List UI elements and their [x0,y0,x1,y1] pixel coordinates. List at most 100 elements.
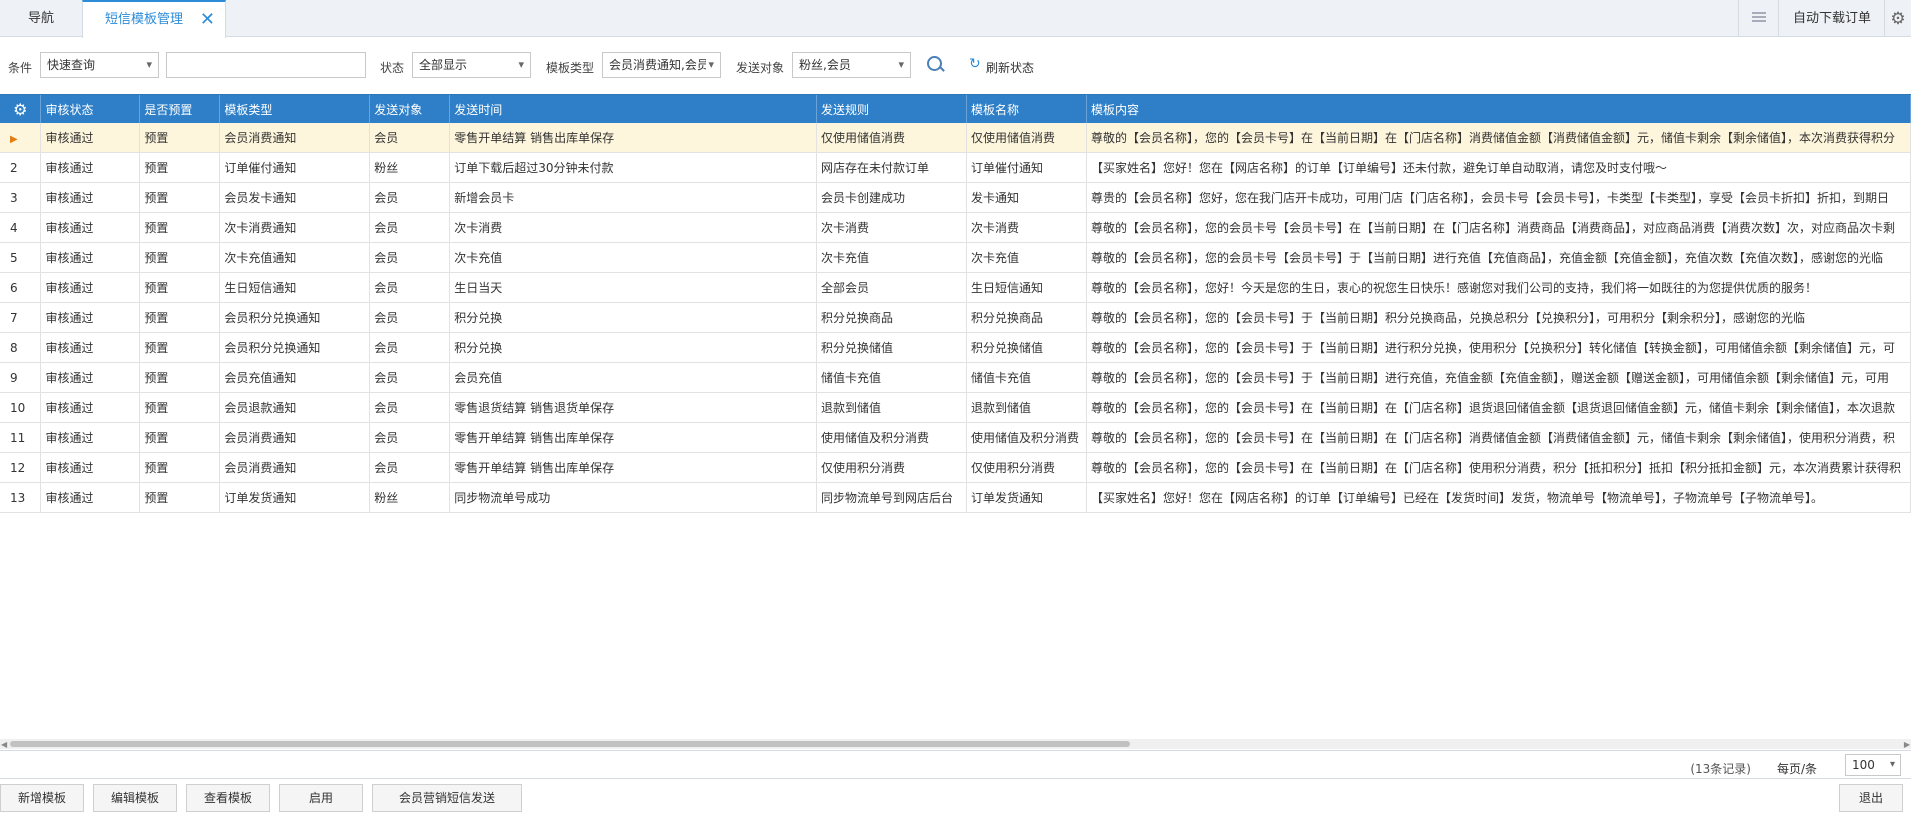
cell-time: 同步物流单号成功 [449,482,817,513]
cell-time: 零售退货结算 销售退货单保存 [449,392,817,423]
table-row[interactable]: 12 审核通过 预置 会员消费通知 会员 零售开单结算 销售出库单保存 仅使用积分消费 仅使用… [0,452,1911,483]
cell-type: 会员发卡通知 [219,182,371,213]
chevron-down-icon: ▾ [898,58,904,71]
row-number: 3 [0,182,42,213]
cell-rule: 仅使用积分消费 [816,452,967,483]
cell-name: 使用储值及积分消费 [966,422,1087,453]
cell-name: 次卡消费 [966,212,1087,243]
col-header[interactable]: 发送对象 [369,95,451,123]
cell-time: 积分兑换 [449,302,817,333]
view-template-button[interactable]: 查看模板 [186,784,270,812]
cell-status: 审核通过 [40,422,141,453]
add-template-button[interactable]: 新增模板 [0,784,84,812]
cell-rule: 使用储值及积分消费 [816,422,967,453]
table-row[interactable]: 3 审核通过 预置 会员发卡通知 会员 新增会员卡 会员卡创建成功 发卡通知 尊贵的【会员名称】… [0,182,1911,213]
enable-button[interactable]: 启用 [279,784,363,812]
scroll-thumb[interactable] [10,741,1130,747]
table-row[interactable]: 8 审核通过 预置 会员积分兑换通知 会员 积分兑换 积分兑换储值 积分兑换储值 尊敬的【会员名… [0,332,1911,363]
tab-label: 短信模板管理 [105,12,184,27]
cell-time: 次卡充值 [449,242,817,273]
cell-preset: 预置 [139,302,221,333]
cell-time: 零售开单结算 销售出库单保存 [449,452,817,483]
send-target-select[interactable]: 粉丝,会员 ▾ [792,52,911,78]
cell-name: 仅使用积分消费 [966,452,1087,483]
cell-name: 积分兑换储值 [966,332,1087,363]
table-row[interactable]: 13 审核通过 预置 订单发货通知 粉丝 同步物流单号成功 同步物流单号到网店后台 订单发货通… [0,482,1911,513]
table-row[interactable]: 2 审核通过 预置 订单催付通知 粉丝 订单下载后超过30分钟未付款 网店存在未付款订单 订单… [0,152,1911,183]
row-number: 11 [0,422,42,453]
table-row[interactable]: 7 审核通过 预置 会员积分兑换通知 会员 积分兑换 积分兑换商品 积分兑换商品 尊敬的【会员名… [0,302,1911,333]
table-row[interactable]: 5 审核通过 预置 次卡充值通知 会员 次卡充值 次卡充值 次卡充值 尊敬的【会员名称】，您的会… [0,242,1911,273]
table-row[interactable]: 10 审核通过 预置 会员退款通知 会员 零售退货结算 销售退货单保存 退款到储值 退款到储值… [0,392,1911,423]
scroll-right-icon[interactable]: ▶ [1904,740,1910,749]
per-page-label: 每页/条 [1776,762,1817,776]
cell-rule: 同步物流单号到网店后台 [816,482,967,513]
template-type-select[interactable]: 会员消费通知,会员 ▾ [602,52,721,78]
gear-icon[interactable]: ⚙ [1884,0,1911,36]
close-icon[interactable]: ✕ [200,2,215,38]
edit-template-button[interactable]: 编辑模板 [93,784,177,812]
refresh-status-button[interactable]: 刷新状态 [986,59,1034,76]
cell-type: 次卡充值通知 [219,242,371,273]
cell-name: 退款到储值 [966,392,1087,423]
horizontal-scrollbar[interactable]: ◀ ▶ [0,739,1911,749]
cell-status: 审核通过 [40,123,141,153]
tab-sms-template-management[interactable]: 短信模板管理 ✕ [82,0,226,38]
cell-status: 审核通过 [40,302,141,333]
action-bar: 新增模板 编辑模板 查看模板 启用 会员营销短信发送 退出 [0,778,1911,822]
table-row[interactable]: ▶ 审核通过 预置 会员消费通知 会员 零售开单结算 销售出库单保存 仅使用储值消费 仅使用储… [0,123,1911,153]
cell-content: 尊贵的【会员名称】您好，您在我门店开卡成功，可用门店【门店名称】，会员卡号【会员… [1086,182,1911,213]
row-number: 4 [0,212,42,243]
template-type-label: 模板类型 [546,61,595,75]
cell-preset: 预置 [139,452,221,483]
status-select[interactable]: 全部显示 ▾ [412,52,531,78]
table-row[interactable]: 4 审核通过 预置 次卡消费通知 会员 次卡消费 次卡消费 次卡消费 尊敬的【会员名称】，您的会… [0,212,1911,243]
col-header[interactable]: 模板内容 [1086,95,1911,123]
cell-content: 尊敬的【会员名称】，您的【会员卡号】在【当前日期】在【门店名称】退货退回储值金额… [1086,392,1911,423]
auto-download-orders-button[interactable]: 自动下载订单 [1778,0,1885,36]
cell-preset: 预置 [139,152,221,183]
scroll-left-icon[interactable]: ◀ [1,740,7,749]
col-header[interactable]: 审核状态 [40,95,141,123]
cell-time: 零售开单结算 销售出库单保存 [449,422,817,453]
col-header[interactable]: 是否预置 [139,95,221,123]
col-header[interactable]: 模板类型 [219,95,371,123]
table-row[interactable]: 9 审核通过 预置 会员充值通知 会员 会员充值 储值卡充值 储值卡充值 尊敬的【会员名称】，您… [0,362,1911,393]
per-page-select[interactable]: 100 ▾ [1845,754,1901,776]
cell-content: 尊敬的【会员名称】，您的【会员卡号】于【当前日期】积分兑换商品，兑换总积分【兑换… [1086,302,1911,333]
cell-time: 次卡消费 [449,212,817,243]
cell-rule: 网店存在未付款订单 [816,152,967,183]
cell-target: 会员 [369,452,451,483]
per-page-value: 100 [1852,758,1875,772]
tab-navigation[interactable]: 导航 [0,0,82,36]
chevron-down-icon: ▾ [706,53,714,77]
cell-time: 零售开单结算 销售出库单保存 [449,123,817,153]
col-header[interactable]: 模板名称 [966,95,1087,123]
template-grid: ⚙ 审核状态 是否预置 模板类型 发送对象 发送时间 发送规则 模板名称 模板内… [0,94,1911,751]
cell-target: 会员 [369,422,451,453]
list-menu-icon[interactable] [1738,0,1779,36]
col-header[interactable]: 发送规则 [816,95,967,123]
exit-button[interactable]: 退出 [1839,784,1903,812]
col-header[interactable]: 发送时间 [449,95,817,123]
send-target-value: 粉丝,会员 [799,58,851,72]
row-number: 2 [0,152,42,183]
cell-rule: 次卡消费 [816,212,967,243]
gear-icon[interactable]: ⚙ [0,95,42,123]
cell-status: 审核通过 [40,332,141,363]
cell-rule: 积分兑换商品 [816,302,967,333]
cell-target: 会员 [369,242,451,273]
cell-content: 尊敬的【会员名称】，您的【会员卡号】于【当前日期】进行积分兑换，使用积分【兑换积… [1086,332,1911,363]
condition-select[interactable]: 快速查询 ▾ [40,52,159,78]
table-row[interactable]: 11 审核通过 预置 会员消费通知 会员 零售开单结算 销售出库单保存 使用储值及积分消费使… [0,422,1911,453]
condition-value: 快速查询 [47,58,96,72]
cell-name: 积分兑换商品 [966,302,1087,333]
search-input[interactable] [166,52,366,78]
refresh-icon[interactable]: ↻ [969,56,981,72]
cell-content: 尊敬的【会员名称】，您好！今天是您的生日，衷心的祝您生日快乐！感谢您对我们公司的… [1086,272,1911,303]
search-icon[interactable] [927,56,942,71]
table-row[interactable]: 6 审核通过 预置 生日短信通知 会员 生日当天 全部会员 生日短信通知 尊敬的【会员名称】，您… [0,272,1911,303]
cell-preset: 预置 [139,242,221,273]
member-sms-send-button[interactable]: 会员营销短信发送 [372,784,522,812]
cell-type: 会员积分兑换通知 [219,302,371,333]
